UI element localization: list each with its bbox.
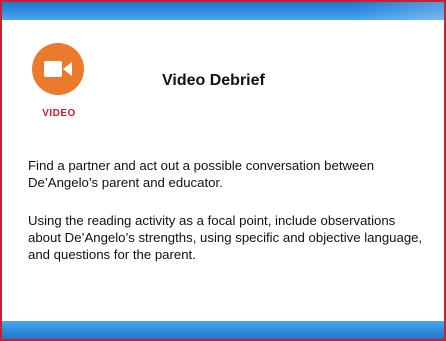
top-banner: [0, 0, 446, 20]
slide: VIDEO Video Debrief Find a partner and a…: [0, 0, 446, 341]
banner-highlight: [356, 0, 446, 20]
video-camera-glyph: [44, 61, 72, 77]
bottom-banner: [0, 321, 446, 341]
video-icon-label: VIDEO: [42, 108, 76, 119]
instruction-paragraph-2: Using the reading activity as a focal po…: [28, 213, 423, 262]
slide-title: Video Debrief: [162, 72, 265, 89]
video-camera-icon: [32, 43, 84, 95]
instruction-paragraph-1: Find a partner and act out a possible co…: [28, 158, 375, 190]
